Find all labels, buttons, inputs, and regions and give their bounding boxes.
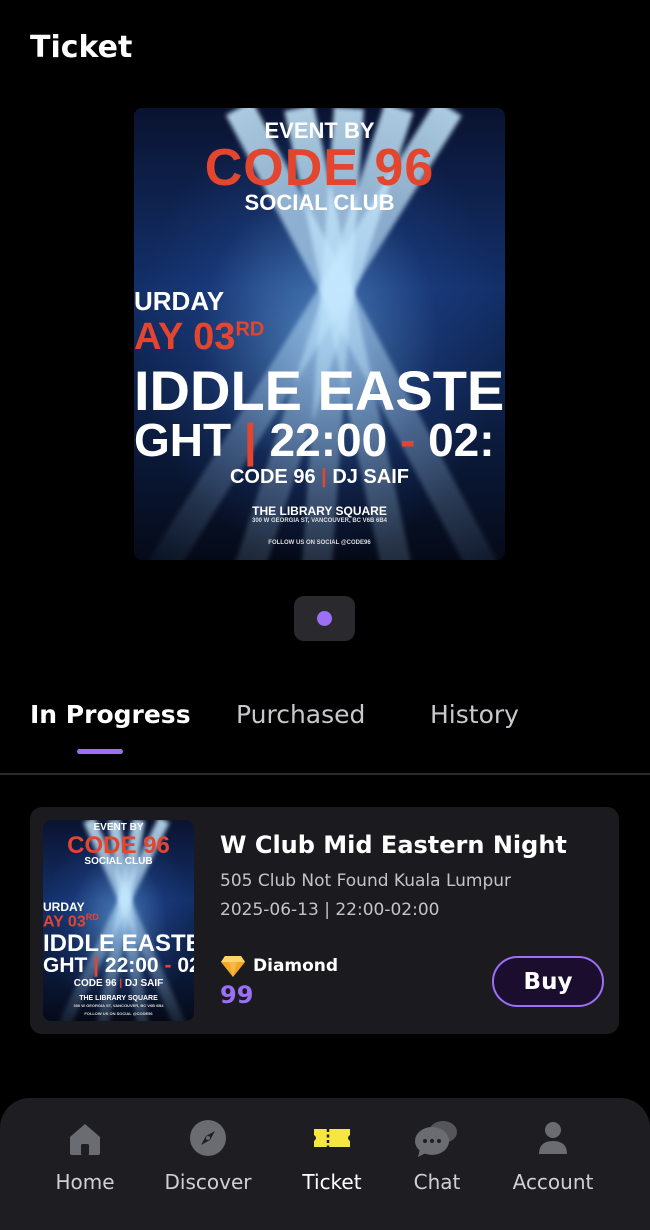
ticket-icon (314, 1129, 350, 1147)
nav-account[interactable]: Account (498, 1118, 608, 1194)
page-title: Ticket (30, 30, 133, 65)
poster-social-club: SOCIAL CLUB (244, 190, 395, 215)
thumb-dj-a: CODE 96 (73, 978, 117, 989)
carousel-pager[interactable] (294, 596, 355, 641)
person-icon (539, 1122, 567, 1154)
poster-headline-2b: 22:00 (269, 414, 388, 466)
divider (0, 773, 650, 775)
ticket-card[interactable]: EVENT BY CODE 96 SOCIAL CLUB URDAY AY 03… (30, 807, 619, 1034)
poster-dj-a: CODE 96 (229, 466, 316, 488)
chat-icon (415, 1121, 457, 1157)
diamond-icon (221, 956, 245, 977)
nav-discover[interactable]: Discover (153, 1118, 263, 1194)
thumb-social-club: SOCIAL CLUB (84, 856, 153, 867)
poster-headline-2a: GHT (134, 414, 232, 466)
event-poster[interactable]: EVENT BY CODE 96 SOCIAL CLUB URDAY AY 03… (134, 108, 505, 560)
event-title: W Club Mid Eastern Night (220, 831, 567, 859)
thumb-headline-2c: 02: (177, 954, 194, 977)
thumb-address: 300 W GEORGIA ST, VANCOUVER, BC V6B 6B4 (73, 1003, 164, 1008)
poster-date: AY 03RD (134, 316, 264, 359)
nav-label: Chat (413, 1170, 461, 1194)
thumb-headline-2: GHT | 22:00 - 02: (43, 954, 194, 978)
buy-button[interactable]: Buy (492, 956, 604, 1007)
poster-headline-2c: 02: (428, 414, 495, 466)
poster-dj-sep: | (321, 466, 327, 488)
tab-in-progress[interactable]: In Progress (30, 700, 191, 729)
thumb-headline-sep: | (93, 954, 100, 977)
nav-label: Ticket (302, 1170, 362, 1194)
home-icon (70, 1124, 100, 1155)
poster-day: URDAY (134, 286, 225, 316)
thumb-venue: THE LIBRARY SQUARE (79, 995, 158, 1002)
event-datetime: 2025-06-13 | 22:00-02:00 (220, 900, 440, 920)
poster-address: 300 W GEORGIA ST, VANCOUVER, BC V6B 6B4 (251, 518, 388, 524)
poster-headline-sep: | (243, 414, 257, 466)
tab-active-indicator (77, 749, 123, 754)
poster-headline-2: GHT | 22:00 - 02: (134, 413, 495, 467)
pager-dot-active[interactable] (317, 611, 332, 626)
nav-label: Account (512, 1170, 594, 1194)
nav-ticket[interactable]: Ticket (277, 1118, 387, 1194)
tab-purchased[interactable]: Purchased (236, 700, 365, 729)
thumb-date-text: AY 03 (43, 913, 86, 931)
thumb-date: AY 03RD (43, 912, 99, 931)
poster-venue: THE LIBRARY SQUARE (252, 504, 387, 518)
nav-label: Discover (164, 1170, 252, 1194)
thumb-headline-2a: GHT (43, 954, 88, 977)
poster-headline-dash: - (399, 414, 416, 466)
poster-date-suffix: RD (235, 318, 265, 341)
thumb-date-suffix: RD (85, 912, 99, 922)
thumb-headline-dash: - (164, 954, 172, 977)
poster-follow: FOLLOW US ON SOCIAL @CODE96 (268, 540, 371, 546)
poster-date-text: AY 03 (134, 316, 236, 358)
poster-dj-b: DJ SAIF (332, 466, 409, 488)
ticket-tier: Diamond (253, 956, 339, 976)
nav-chat[interactable]: Chat (382, 1118, 492, 1194)
thumb-dj: CODE 96 | DJ SAIF (43, 978, 194, 989)
ticket-price: 99 (220, 981, 254, 1009)
bottom-nav: Home Discover Ticket Chat Account (0, 1098, 650, 1230)
poster-brand: CODE 96 (204, 139, 435, 197)
event-venue: 505 Club Not Found Kuala Lumpur (220, 871, 512, 891)
thumb-dj-sep: | (119, 978, 123, 989)
thumb-dj-b: DJ SAIF (124, 978, 164, 989)
nav-label: Home (55, 1170, 115, 1194)
thumb-follow: FOLLOW US ON SOCIAL @CODE96 (84, 1011, 153, 1016)
nav-home[interactable]: Home (30, 1118, 140, 1194)
compass-icon (190, 1120, 226, 1156)
tab-history[interactable]: History (430, 700, 519, 729)
poster-dj: CODE 96 | DJ SAIF (134, 466, 505, 489)
thumb-headline-2b: 22:00 (104, 954, 159, 977)
ticket-thumbnail[interactable]: EVENT BY CODE 96 SOCIAL CLUB URDAY AY 03… (43, 820, 194, 1021)
